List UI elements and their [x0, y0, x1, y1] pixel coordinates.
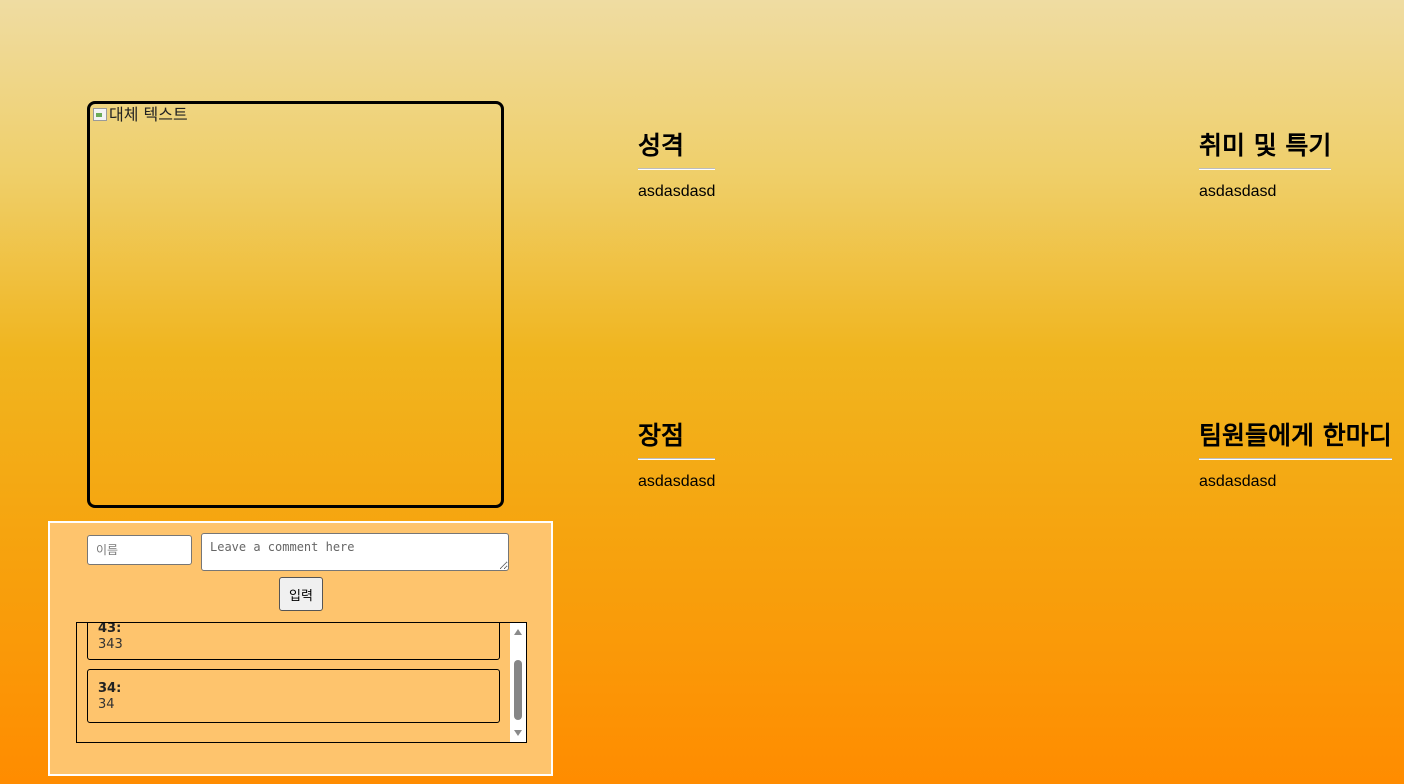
section-title: 취미 및 특기 — [1199, 131, 1332, 169]
comment-author: 34: — [98, 681, 122, 696]
comment-item: 34: 34 — [87, 669, 500, 723]
comment-list[interactable]: 43: 343 34: 34 — [76, 622, 527, 743]
section-title: 장점 — [638, 421, 715, 459]
section-body: asdasdasd — [638, 473, 716, 490]
comment-list-scrollbar[interactable] — [510, 623, 526, 742]
photo-alt-text: 대체 텍스트 — [109, 105, 188, 124]
comment-panel: 입력 43: 343 34: 34 — [48, 521, 553, 776]
section-strength: 장점 asdasdasd — [638, 421, 715, 491]
section-body: asdasdasd — [1199, 183, 1277, 200]
section-personality: 성격 asdasdasd — [638, 131, 715, 201]
section-message: 팀원들에게 한마디 asdasdasd — [1199, 421, 1392, 491]
comment-author: 43: — [98, 623, 122, 636]
section-body: asdasdasd — [638, 183, 716, 200]
comment-list-content: 43: 343 34: 34 — [77, 623, 510, 742]
broken-image: 대체 텍스트 — [92, 106, 188, 124]
comment-text: 34 — [98, 697, 115, 712]
comment-text: 343 — [98, 637, 123, 652]
profile-photo: 대체 텍스트 — [87, 101, 504, 508]
broken-image-icon — [92, 106, 108, 122]
submit-button[interactable]: 입력 — [279, 577, 323, 611]
comment-item: 43: 343 — [87, 623, 500, 660]
scroll-up-arrow-icon[interactable] — [514, 629, 522, 635]
comment-textarea[interactable] — [201, 533, 509, 571]
section-title: 성격 — [638, 131, 715, 169]
name-input[interactable] — [87, 535, 192, 565]
section-body: asdasdasd — [1199, 473, 1277, 490]
section-title: 팀원들에게 한마디 — [1199, 421, 1392, 459]
section-hobby: 취미 및 특기 asdasdasd — [1199, 131, 1332, 201]
scroll-down-arrow-icon[interactable] — [514, 730, 522, 736]
scroll-thumb[interactable] — [514, 660, 522, 720]
